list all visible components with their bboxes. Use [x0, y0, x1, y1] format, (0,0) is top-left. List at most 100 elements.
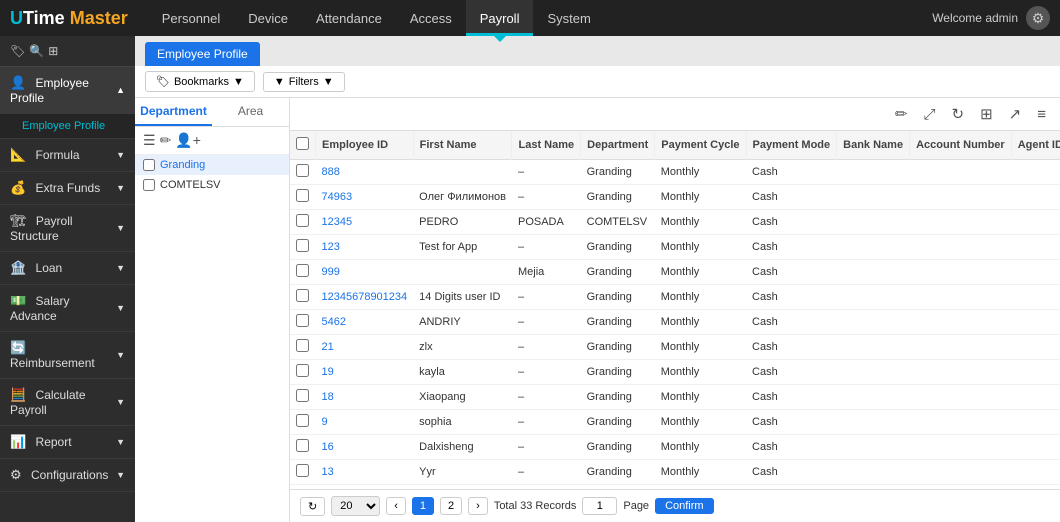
table-row: 12345678901234 14 Digits user ID – Grand…: [290, 285, 1060, 310]
sidebar-section-title-employee-profile[interactable]: 👤 Employee Profile ▲: [0, 67, 135, 114]
row-checkbox[interactable]: [296, 389, 309, 402]
row-checkbox-cell: [290, 360, 316, 385]
sidebar-section-title-report[interactable]: 📊 Report ▼: [0, 426, 135, 459]
employee-id-cell[interactable]: 74963: [316, 185, 414, 210]
checkbox-granding[interactable]: [143, 159, 155, 171]
edit-icon[interactable]: ✏: [891, 103, 912, 125]
sidebar-section-title-payroll-structure[interactable]: 🏗 Payroll Structure ▼: [0, 205, 135, 252]
row-checkbox[interactable]: [296, 189, 309, 202]
refresh-icon[interactable]: ↻: [948, 103, 969, 125]
employee-id-cell[interactable]: 5462: [316, 310, 414, 335]
row-checkbox[interactable]: [296, 439, 309, 452]
department-cell: Granding: [581, 385, 655, 410]
sidebar-item-employee-profile[interactable]: Employee Profile: [0, 114, 135, 138]
sidebar-section-extra-funds[interactable]: 💰 Extra Funds ▼: [0, 172, 135, 205]
sidebar-section-report[interactable]: 📊 Report ▼: [0, 426, 135, 459]
user-avatar[interactable]: ⚙: [1026, 6, 1050, 30]
employee-id-cell[interactable]: 12345: [316, 210, 414, 235]
nav-attendance[interactable]: Attendance: [302, 0, 396, 36]
employee-id-cell[interactable]: 123: [316, 235, 414, 260]
sidebar-section-title-salary-advance[interactable]: 💵 Salary Advance ▼: [0, 285, 135, 332]
sidebar-section-title-configurations[interactable]: ⚙ Configurations ▼: [0, 459, 135, 492]
sidebar-section-salary-advance[interactable]: 💵 Salary Advance ▼: [0, 285, 135, 332]
sidebar-section-title-formula[interactable]: 📐 Formula ▼: [0, 139, 135, 172]
tab-department[interactable]: Department: [135, 98, 212, 126]
chevron-down-salary-advance: ▼: [116, 303, 125, 313]
row-checkbox-cell: [290, 335, 316, 360]
select-all-checkbox[interactable]: [296, 137, 309, 150]
confirm-btn[interactable]: Confirm: [655, 498, 714, 514]
checkbox-comtelsv[interactable]: [143, 179, 155, 191]
bookmark-icon[interactable]: 🏷: [10, 44, 25, 58]
nav-personnel[interactable]: Personnel: [148, 0, 235, 36]
sidebar-section-title-calculate-payroll[interactable]: 🧮 Calculate Payroll ▼: [0, 379, 135, 426]
payment-cycle-cell: Monthly: [655, 385, 746, 410]
sidebar-section-payroll-structure[interactable]: 🏗 Payroll Structure ▼: [0, 205, 135, 252]
employee-id-cell[interactable]: 16: [316, 435, 414, 460]
sidebar-section-employee-profile[interactable]: 👤 Employee Profile ▲ Employee Profile: [0, 67, 135, 139]
share-icon[interactable]: ↗: [1005, 103, 1026, 125]
row-checkbox[interactable]: [296, 164, 309, 177]
columns-icon[interactable]: ⊞: [976, 103, 997, 125]
page-label: Page: [623, 500, 649, 512]
row-checkbox[interactable]: [296, 464, 309, 477]
tab-area[interactable]: Area: [212, 98, 289, 126]
sidebar-section-configurations[interactable]: ⚙ Configurations ▼: [0, 459, 135, 492]
last-name-cell: –: [512, 335, 581, 360]
employee-id-cell[interactable]: 13: [316, 460, 414, 485]
row-checkbox[interactable]: [296, 214, 309, 227]
app-logo: UTime Master: [10, 8, 128, 29]
tree-item-comtelsv[interactable]: COMTELSV: [135, 175, 289, 195]
sidebar-section-title-extra-funds[interactable]: 💰 Extra Funds ▼: [0, 172, 135, 205]
nav-payroll[interactable]: Payroll: [466, 0, 534, 36]
filters-button[interactable]: ▼ Filters ▼: [263, 72, 345, 92]
per-page-select[interactable]: 20 50 100: [331, 496, 380, 516]
bookmarks-button[interactable]: 🏷 Bookmarks ▼: [145, 71, 255, 92]
page-2-btn[interactable]: 2: [440, 497, 462, 515]
search-icon[interactable]: 🔍: [29, 44, 44, 58]
sidebar-section-title-reimbursement[interactable]: 🔄 Reimbursement ▼: [0, 332, 135, 379]
expand-icon[interactable]: ⤢: [919, 104, 939, 125]
nav-access[interactable]: Access: [396, 0, 466, 36]
employee-id-cell[interactable]: 888: [316, 160, 414, 185]
refresh-page-btn[interactable]: ↻: [300, 497, 325, 516]
page-input[interactable]: [582, 497, 617, 515]
row-checkbox[interactable]: [296, 264, 309, 277]
row-checkbox[interactable]: [296, 289, 309, 302]
payment-mode-cell: Cash: [746, 185, 837, 210]
add-person-icon[interactable]: 👤+: [175, 132, 201, 149]
row-checkbox[interactable]: [296, 239, 309, 252]
employee-id-cell[interactable]: 12345678901234: [316, 285, 414, 310]
nav-device[interactable]: Device: [234, 0, 302, 36]
row-checkbox[interactable]: [296, 364, 309, 377]
row-checkbox[interactable]: [296, 339, 309, 352]
next-page-btn[interactable]: ›: [468, 497, 488, 515]
employee-id-cell[interactable]: 9: [316, 410, 414, 435]
prev-page-btn[interactable]: ‹: [386, 497, 406, 515]
employee-id-cell[interactable]: 19: [316, 360, 414, 385]
tab-employee-profile[interactable]: Employee Profile: [145, 42, 260, 66]
employee-id-cell[interactable]: 18: [316, 385, 414, 410]
sidebar-section-loan[interactable]: 🏦 Loan ▼: [0, 252, 135, 285]
sidebar-section-calculate-payroll[interactable]: 🧮 Calculate Payroll ▼: [0, 379, 135, 426]
bank-name-cell: [837, 410, 910, 435]
list-icon[interactable]: ☰: [143, 132, 156, 149]
row-checkbox[interactable]: [296, 314, 309, 327]
employee-id-cell[interactable]: 21: [316, 335, 414, 360]
tree-item-granding[interactable]: Granding: [135, 155, 289, 175]
table-row: 18 Xiaopang – Granding Monthly Cash ✎: [290, 385, 1060, 410]
sidebar-section-title-loan[interactable]: 🏦 Loan ▼: [0, 252, 135, 285]
nav-system[interactable]: System: [533, 0, 604, 36]
payment-cycle-cell: Monthly: [655, 285, 746, 310]
row-checkbox-cell: [290, 185, 316, 210]
row-checkbox[interactable]: [296, 414, 309, 427]
sidebar-section-reimbursement[interactable]: 🔄 Reimbursement ▼: [0, 332, 135, 379]
more-icon[interactable]: ≡: [1033, 104, 1050, 125]
edit-dept-icon[interactable]: ✏: [160, 132, 172, 149]
employee-id-cell[interactable]: 999: [316, 260, 414, 285]
sidebar-section-formula[interactable]: 📐 Formula ▼: [0, 139, 135, 172]
last-name-cell: –: [512, 435, 581, 460]
page-1-btn[interactable]: 1: [412, 497, 434, 515]
grid-icon[interactable]: ⊞: [48, 44, 58, 58]
bank-name-cell: [837, 260, 910, 285]
